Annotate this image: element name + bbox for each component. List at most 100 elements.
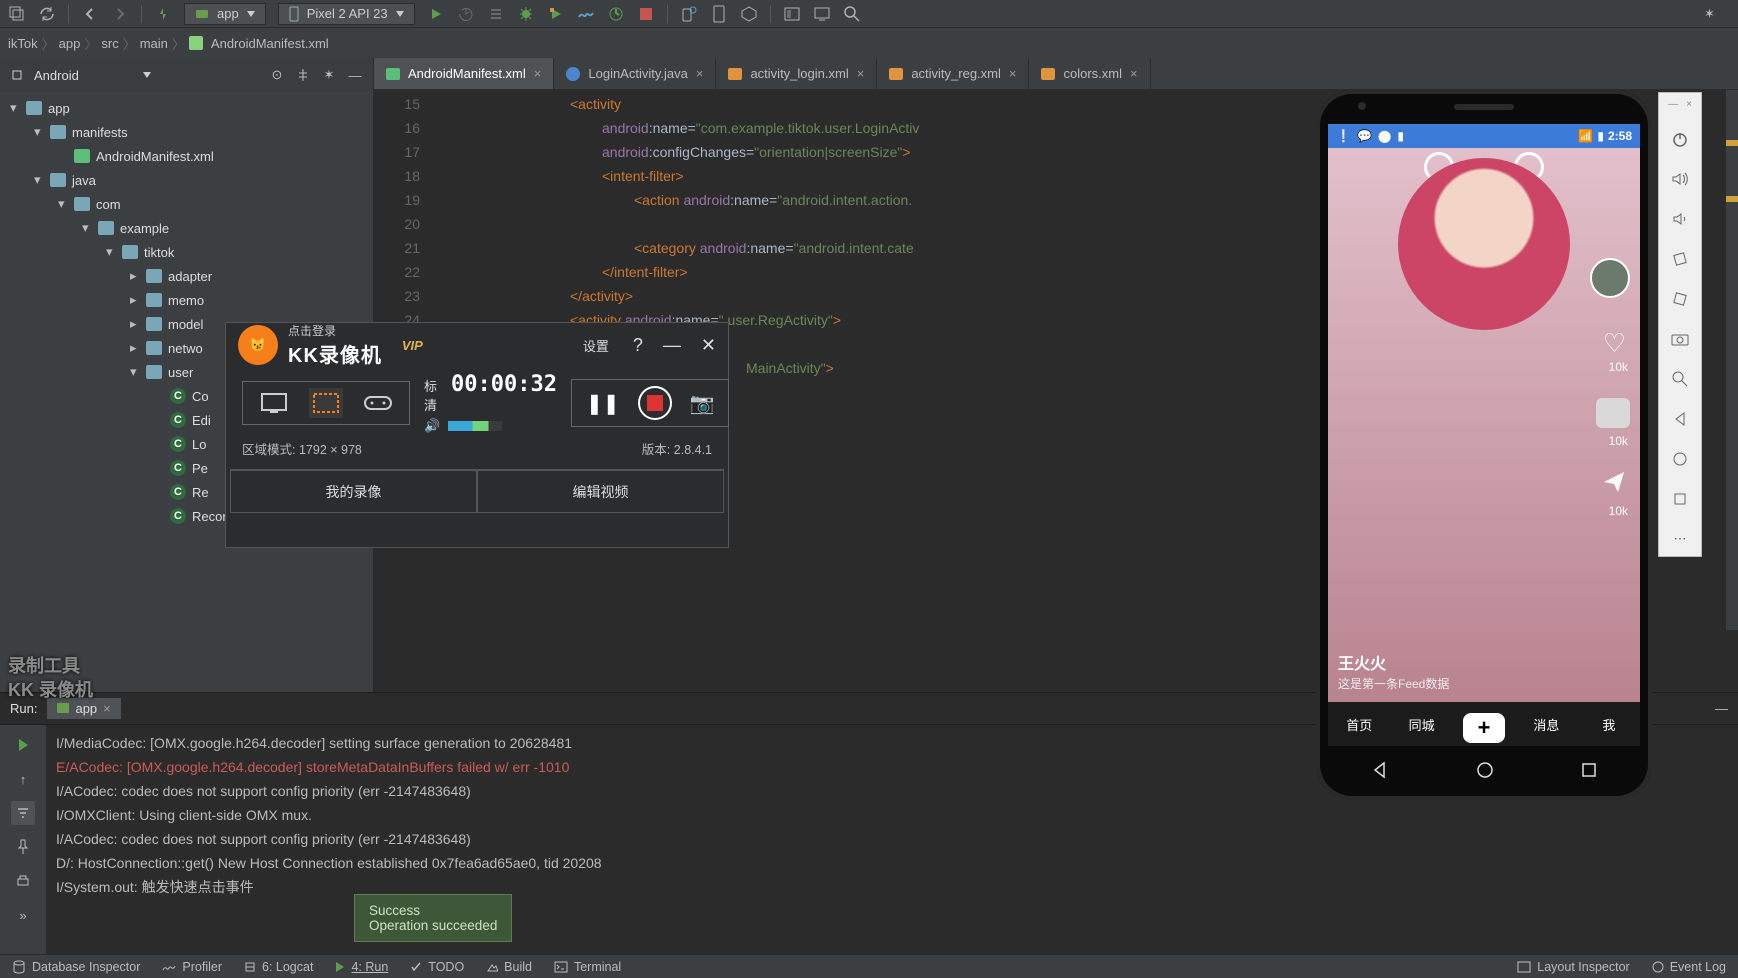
recorder-quality-label[interactable]: 标清 (424, 376, 437, 414)
breadcrumb-item[interactable]: src (101, 36, 118, 51)
region-mode-icon[interactable] (309, 388, 343, 418)
rotate-left-icon[interactable] (1669, 248, 1691, 270)
layout-inspector-icon[interactable] (783, 5, 801, 23)
tree-item[interactable]: ▾app (0, 96, 373, 120)
power-icon[interactable] (1669, 128, 1691, 150)
breadcrumb-item[interactable]: AndroidManifest.xml (211, 36, 329, 51)
attach-debugger-icon[interactable] (607, 5, 625, 23)
nav-create[interactable]: + (1453, 702, 1515, 746)
hide-icon[interactable]: — (1715, 701, 1728, 716)
logcat-button[interactable]: 6: Logcat (244, 960, 313, 974)
video-feed[interactable]: ♡ 10k 10k 10k 王火火 这是第一条Feed数据 (1328, 148, 1640, 702)
my-recordings-button[interactable]: 我的录像 (230, 470, 477, 513)
tree-item[interactable]: ▾manifests (0, 120, 373, 144)
more-icon[interactable]: » (11, 903, 35, 927)
tree-item[interactable]: ▾tiktok (0, 240, 373, 264)
editor-tab[interactable]: activity_login.xml× (716, 58, 877, 89)
zoom-icon[interactable] (1669, 368, 1691, 390)
layout-inspector-button[interactable]: Layout Inspector (1517, 960, 1629, 974)
android-recents-icon[interactable] (1581, 762, 1597, 778)
stop-record-button[interactable] (638, 386, 672, 420)
rerun-icon[interactable] (11, 733, 35, 757)
android-view-icon[interactable] (10, 68, 24, 82)
nav-message[interactable]: 消息 (1515, 702, 1577, 746)
editor-tab[interactable]: colors.xml× (1029, 58, 1150, 89)
tree-item[interactable]: AndroidManifest.xml (0, 144, 373, 168)
back-icon[interactable] (81, 5, 99, 23)
android-home-icon[interactable] (1476, 761, 1494, 779)
comment-icon[interactable] (1596, 398, 1630, 428)
filter-icon[interactable] (11, 801, 35, 825)
author-avatar[interactable] (1590, 258, 1630, 298)
pause-icon[interactable]: ❚❚ (586, 391, 620, 416)
emu-overview-icon[interactable] (1669, 488, 1691, 510)
tree-item[interactable]: ▾com (0, 192, 373, 216)
todo-button[interactable]: TODO (410, 960, 464, 974)
hide-icon[interactable]: — (347, 67, 363, 83)
profile-icon[interactable] (577, 5, 595, 23)
coverage-icon[interactable] (547, 5, 565, 23)
nav-home[interactable]: 首页 (1328, 702, 1390, 746)
apply-changes-icon[interactable] (457, 5, 475, 23)
device-combo[interactable]: Pixel 2 API 23 (278, 3, 415, 25)
gear-icon[interactable]: ✶ (1704, 6, 1726, 28)
emu-home-icon[interactable] (1669, 448, 1691, 470)
emu-minimize-icon[interactable]: — (1668, 99, 1678, 110)
minimize-icon[interactable]: — (663, 335, 681, 356)
project-view-label[interactable]: Android (34, 68, 133, 83)
fullscreen-mode-icon[interactable] (257, 388, 291, 418)
chevron-down-icon[interactable] (143, 72, 151, 78)
volume-down-icon[interactable] (1669, 208, 1691, 230)
save-all-icon[interactable] (8, 5, 26, 23)
tab-close-icon[interactable]: × (1130, 66, 1138, 81)
run-icon[interactable] (427, 5, 445, 23)
android-back-icon[interactable] (1371, 761, 1389, 779)
up-icon[interactable]: ↑ (11, 767, 35, 791)
sync-icon[interactable] (38, 5, 56, 23)
feed-username[interactable]: 王火火 (1338, 650, 1386, 674)
tab-close-icon[interactable]: × (1009, 66, 1017, 81)
emu-more-icon[interactable]: ⋯ (1669, 528, 1691, 550)
tab-close-icon[interactable]: × (534, 66, 542, 81)
tab-close-icon[interactable]: × (696, 66, 704, 81)
breadcrumb-item[interactable]: main (140, 36, 168, 51)
recorder-vip[interactable]: VIP (402, 338, 423, 353)
scroll-from-source-icon[interactable]: ⊙ (269, 67, 285, 83)
search-icon[interactable] (843, 5, 861, 23)
breadcrumb-item[interactable]: ikTok (8, 36, 38, 51)
avd-icon[interactable] (680, 5, 698, 23)
print-icon[interactable] (11, 869, 35, 893)
game-mode-icon[interactable] (361, 388, 395, 418)
volume-icon[interactable]: 🔊 (424, 418, 440, 434)
volume-up-icon[interactable] (1669, 168, 1691, 190)
tree-item[interactable]: ▸memo (0, 288, 373, 312)
gear-icon[interactable]: ✶ (321, 67, 337, 83)
db-inspector-button[interactable]: Database Inspector (12, 960, 140, 974)
debug-icon[interactable] (517, 5, 535, 23)
emu-close-icon[interactable]: × (1686, 99, 1692, 110)
recorder-settings[interactable]: 设置 (583, 336, 609, 355)
help-icon[interactable]: ? (633, 335, 643, 356)
emulator-icon[interactable] (813, 5, 831, 23)
editor-tab[interactable]: activity_reg.xml× (877, 58, 1029, 89)
rotate-right-icon[interactable] (1669, 288, 1691, 310)
tree-item[interactable]: ▾java (0, 168, 373, 192)
share-icon[interactable] (1600, 468, 1628, 496)
screenshot-icon[interactable]: 📷 (690, 391, 715, 416)
navigate-icon[interactable] (154, 5, 172, 23)
build-button[interactable]: Build (486, 960, 532, 974)
run-config-combo[interactable]: app (184, 3, 266, 25)
editor-tab[interactable]: AndroidManifest.xml× (374, 58, 554, 89)
recorder-login[interactable]: 点击登录 (288, 322, 382, 339)
like-icon[interactable]: ♡ (1603, 328, 1626, 359)
menu-icon[interactable] (487, 5, 505, 23)
emulator-window[interactable]: ❕ 💬 ⬤ ▮ 📶 ▮ 2:58 ♡ 10k 10k 10k 王火火 (1316, 90, 1652, 800)
tree-item[interactable]: ▾example (0, 216, 373, 240)
close-icon[interactable]: ✕ (701, 335, 716, 356)
stop-icon[interactable] (637, 5, 655, 23)
tree-item[interactable]: ▸adapter (0, 264, 373, 288)
breadcrumb-item[interactable]: app (59, 36, 81, 51)
sdk-icon[interactable] (740, 5, 758, 23)
edit-video-button[interactable]: 编辑视频 (477, 470, 724, 513)
nav-me[interactable]: 我 (1578, 702, 1640, 746)
